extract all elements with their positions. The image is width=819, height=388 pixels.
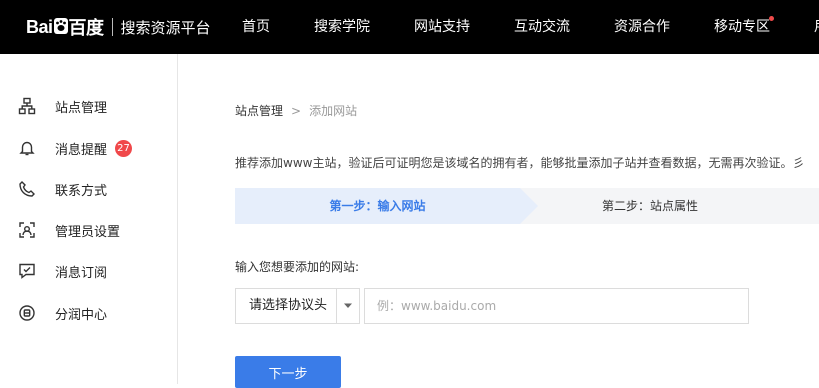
breadcrumb-current: 添加网站	[309, 104, 358, 118]
sidebar-item-admin-settings[interactable]: 管理员设置	[0, 211, 178, 249]
bell-icon	[18, 139, 36, 157]
sidebar-item-notifications[interactable]: 消息提醒 27	[0, 129, 178, 167]
sidebar-item-site-management[interactable]: 站点管理	[0, 87, 178, 125]
step-1: 第一步：输入网站	[235, 188, 540, 224]
phone-icon	[18, 180, 36, 198]
notification-dot	[769, 16, 774, 21]
sidebar-item-label: 联系方式	[55, 183, 108, 199]
nav-item-academy[interactable]: 搜索学院	[292, 0, 392, 54]
nav-label: 首页	[242, 19, 270, 35]
sidebar: 站点管理 消息提醒 27 联系方式 管理员设置 消息订阅 分润中心	[0, 54, 178, 384]
nav-label: 互动交流	[514, 19, 570, 35]
website-field-label: 输入您想要添加的网站:	[235, 260, 360, 274]
step-1-label: 第一步：输入网站	[329, 199, 426, 213]
top-navbar: Bai 百度 搜索资源平台 首页 搜索学院 网站支持 互动交流 资源合作 移动专…	[0, 0, 819, 54]
admin-icon	[18, 221, 36, 239]
revenue-icon	[18, 304, 36, 322]
subscribe-icon	[18, 262, 36, 280]
logo-divider	[111, 18, 113, 36]
protocol-select[interactable]: 请选择协议头	[235, 288, 360, 324]
paw-icon	[53, 18, 68, 34]
nav-label: 用	[814, 19, 819, 35]
unread-badge: 27	[115, 139, 132, 157]
sitemap-icon	[18, 97, 36, 115]
step-2-label: 第二步：站点属性	[601, 199, 698, 213]
website-url-input[interactable]	[364, 288, 749, 324]
sidebar-item-label: 消息提醒	[55, 142, 108, 158]
logo-text-left: Bai	[26, 16, 53, 37]
sidebar-item-label: 消息订阅	[55, 265, 108, 281]
nav-item-community[interactable]: 互动交流	[492, 0, 592, 54]
nav-label: 网站支持	[414, 19, 470, 35]
sidebar-item-contact[interactable]: 联系方式	[0, 170, 178, 208]
sidebar-item-label: 站点管理	[55, 100, 108, 116]
caret-down-icon	[344, 303, 352, 308]
nav-item-mobile[interactable]: 移动专区	[692, 0, 792, 54]
breadcrumb-parent-link[interactable]: 站点管理	[235, 104, 283, 118]
nav-item-home[interactable]: 首页	[220, 0, 292, 54]
main-content: 站点管理 > 添加网站 推荐添加www主站，验证后可证明您是该域名的拥有者，能够批量…	[178, 54, 819, 388]
sidebar-item-subscription[interactable]: 消息订阅	[0, 252, 178, 290]
nav-label: 资源合作	[614, 19, 670, 35]
nav-item-more[interactable]: 用	[792, 0, 819, 54]
logo-text-right: 百度	[68, 18, 105, 38]
breadcrumb: 站点管理 > 添加网站	[235, 102, 357, 119]
step-progress: 第一步：输入网站 第二步：站点属性	[235, 188, 819, 224]
nav-label: 移动专区	[714, 19, 770, 35]
protocol-select-value: 请选择协议头	[249, 298, 328, 313]
sidebar-item-revenue[interactable]: 分润中心	[0, 294, 178, 332]
baidu-logo[interactable]: Bai 百度 搜索资源平台	[26, 11, 211, 43]
nav-label: 搜索学院	[314, 19, 370, 35]
platform-name: 搜索资源平台	[120, 18, 211, 37]
select-divider	[336, 289, 337, 323]
nav-item-site-support[interactable]: 网站支持	[392, 0, 492, 54]
breadcrumb-separator: >	[291, 104, 302, 118]
sidebar-item-label: 分润中心	[55, 307, 108, 323]
next-step-button[interactable]: 下一步	[235, 356, 341, 388]
nav-item-cooperation[interactable]: 资源合作	[592, 0, 692, 54]
intro-text: 推荐添加www主站，验证后可证明您是该域名的拥有者，能够批量添加子站并查看数据，…	[235, 156, 805, 170]
sidebar-item-label: 管理员设置	[55, 224, 121, 240]
main-nav: 首页 搜索学院 网站支持 互动交流 资源合作 移动专区 用	[220, 0, 819, 54]
